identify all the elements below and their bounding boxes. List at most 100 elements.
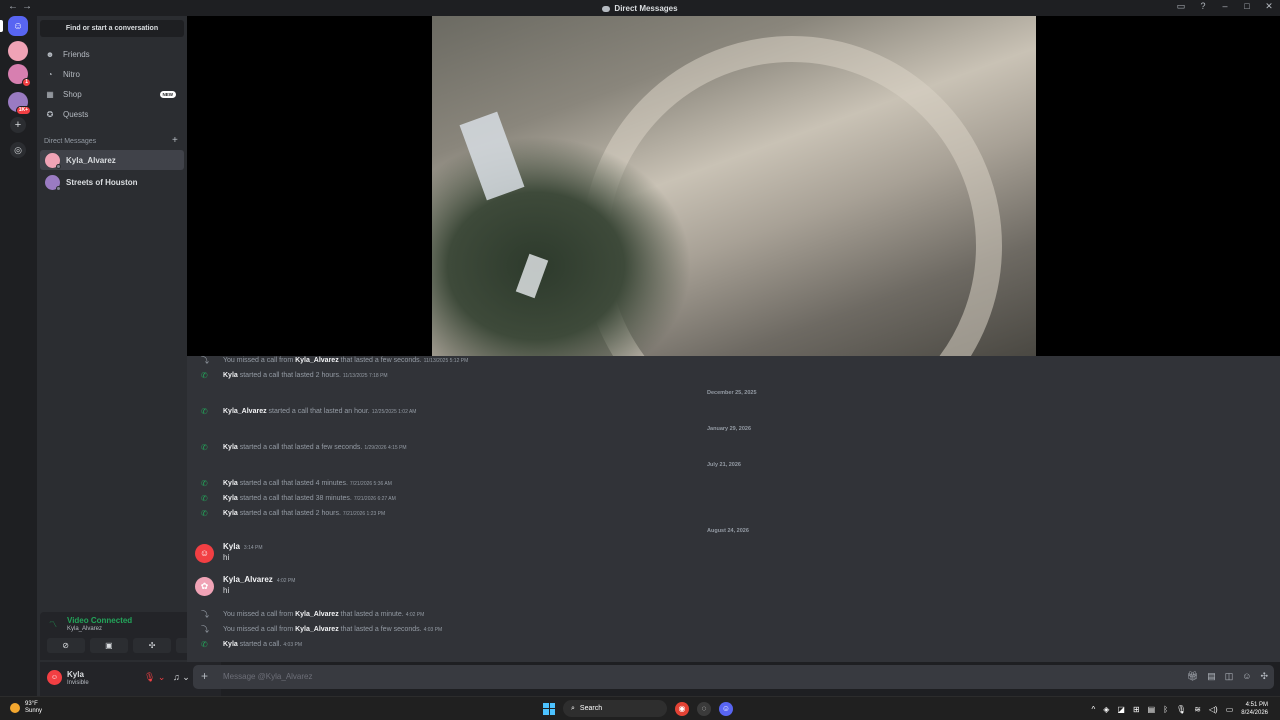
plus-icon: + — [14, 119, 22, 131]
user-name[interactable]: Kyla_Alvarez — [295, 611, 339, 618]
user-name[interactable]: Kyla — [223, 641, 238, 648]
row-text: You missed a call from — [223, 625, 296, 633]
headphones-icon[interactable]: ♫ ⌄ — [173, 672, 190, 683]
app-icon[interactable]: ◌ — [697, 701, 711, 716]
app-tray-icon[interactable]: ⊞ — [1133, 705, 1140, 714]
row-text: started a call that lasted 2 hours. — [237, 509, 341, 517]
maximize-icon[interactable]: □ — [1242, 1, 1252, 12]
message-input[interactable]: Message @Kyla_Alvarez — [223, 672, 313, 681]
weather-condition: Sunny — [25, 708, 43, 714]
mic-icon[interactable]: 🎙︎ — [1176, 705, 1186, 714]
user-name[interactable]: Kyla_Alvarez — [295, 357, 339, 364]
app-tray-icon[interactable]: ◪ — [1117, 705, 1125, 714]
author-name[interactable]: Kyla — [223, 542, 240, 551]
timestamp: 7/21/2026 5:36 AM — [349, 480, 392, 487]
dm-item-streets-of-houston[interactable]: Streets of Houston — [40, 172, 184, 192]
emoji-icon[interactable]: ☺ — [1242, 671, 1251, 682]
video-feed[interactable] — [432, 16, 1036, 356]
discord-taskbar-icon[interactable]: ☺ — [719, 701, 733, 716]
find-conversation-button[interactable]: Find or start a conversation — [40, 20, 184, 37]
user-name[interactable]: Kyla_Alvarez — [295, 626, 339, 633]
user-name[interactable]: Kyla — [223, 444, 238, 451]
bluetooth-icon[interactable]: ᛒ — [1163, 705, 1168, 714]
volume-icon[interactable]: ◁) — [1209, 705, 1218, 714]
avatar — [45, 174, 61, 191]
user-name[interactable]: Kyla — [67, 670, 84, 679]
row-text: You missed a call from — [223, 610, 296, 618]
phone-icon: ✆ — [201, 639, 208, 649]
date-divider: July 21, 2026 — [201, 462, 1267, 468]
new-badge: NEW — [159, 90, 176, 98]
friends-icon: ☻ — [45, 49, 55, 59]
battery-icon[interactable]: ▭ — [1226, 705, 1234, 714]
user-name[interactable]: Kyla — [223, 510, 238, 517]
sun-icon — [10, 703, 20, 713]
discover-button[interactable]: ◎ — [10, 142, 26, 158]
user-name[interactable]: Kyla — [223, 480, 238, 487]
user-name[interactable]: Kyla — [223, 372, 238, 379]
nav-shop[interactable]: ▦ Shop NEW — [40, 85, 184, 103]
discord-icon: ☺ — [12, 20, 24, 32]
row-text: started a call. — [237, 640, 282, 648]
add-server-button[interactable]: + — [10, 117, 26, 133]
nav-quests[interactable]: ✪ Quests — [40, 105, 184, 123]
user-name[interactable]: Kyla — [223, 495, 238, 502]
app-tray-icon[interactable]: ◈ — [1103, 705, 1109, 714]
message-body: hi — [223, 553, 230, 562]
video-stage[interactable] — [187, 16, 1280, 356]
phone-icon: ✆ — [201, 493, 208, 503]
chrome-icon[interactable]: ◉ — [675, 701, 689, 716]
search-label: Search — [579, 705, 603, 712]
close-icon[interactable]: ✕ — [1264, 1, 1274, 12]
activities-button[interactable]: ✣ — [133, 638, 172, 653]
sticker-icon[interactable]: ◫ — [1225, 671, 1234, 682]
date-divider: January 29, 2026 — [201, 426, 1267, 432]
create-dm-icon[interactable]: + — [172, 135, 178, 146]
attach-plus-icon[interactable]: + — [201, 669, 208, 683]
avatar[interactable]: ☺ — [195, 544, 214, 563]
weather-widget[interactable]: 93°F Sunny — [10, 701, 42, 715]
user-name[interactable]: Kyla_Alvarez — [223, 408, 267, 415]
quests-icon: ✪ — [46, 109, 54, 119]
nav-friends[interactable]: ☻ Friends — [40, 45, 184, 63]
server-icon[interactable]: 1K+ — [8, 92, 31, 115]
minimize-icon[interactable]: – — [1220, 1, 1230, 12]
taskbar-search[interactable]: ⌕ Search — [563, 700, 667, 717]
apps-icon[interactable]: ✣ — [1260, 671, 1268, 682]
gif-icon[interactable]: ▤ — [1207, 671, 1216, 682]
server-icon[interactable] — [8, 41, 28, 61]
discord-icon — [602, 5, 611, 12]
status-dot — [56, 163, 61, 169]
app-tray-icon[interactable]: ▤ — [1148, 705, 1156, 714]
status-dot — [56, 185, 61, 191]
screen-share-button[interactable]: ▣ — [89, 638, 128, 653]
camera-off-button[interactable]: ⊘ — [46, 638, 85, 653]
mention-badge: 1K+ — [15, 106, 31, 115]
dm-item-kyla-alvarez[interactable]: Kyla_Alvarez — [40, 150, 184, 170]
user-status: Invisible — [67, 680, 89, 686]
direct-messages-button[interactable]: ☺ — [8, 16, 28, 36]
start-button[interactable] — [543, 702, 555, 715]
timestamp: 3:14 PM — [243, 545, 263, 551]
mic-muted-icon[interactable]: 🎙︎ ⌄ — [144, 672, 165, 683]
help-icon[interactable]: ? — [1198, 1, 1208, 12]
signal-icon[interactable]: 〽 — [49, 619, 57, 630]
gift-icon[interactable]: 🎁︎ — [1187, 671, 1198, 682]
wifi-icon[interactable]: ≋ — [1194, 705, 1201, 714]
server-icon[interactable]: 1 — [8, 64, 31, 87]
voice-status[interactable]: Video Connected — [67, 616, 132, 625]
timestamp: 1/29/2026 4:15 PM — [364, 444, 407, 451]
row-text: started a call that lasted 2 hours. — [237, 371, 341, 379]
avatar[interactable]: ☺ — [47, 670, 62, 685]
nav-nitro[interactable]: ◔ Nitro — [40, 65, 184, 83]
timestamp: 4:02 PM — [405, 611, 425, 618]
inbox-icon[interactable]: ▭ — [1176, 1, 1186, 12]
row-text: You missed a call from — [223, 356, 296, 364]
chevron-up-icon[interactable]: ^ — [1091, 705, 1095, 714]
author-name[interactable]: Kyla_Alvarez — [223, 575, 273, 584]
message-composer[interactable]: + Message @Kyla_Alvarez 🎁︎ ▤ ◫ ☺ ✣ — [193, 665, 1274, 689]
system-clock[interactable]: 4:51 PM 8/24/2026 — [1241, 701, 1268, 717]
nav-label: Friends — [63, 49, 90, 59]
dm-label: Kyla_Alvarez — [66, 155, 116, 165]
avatar[interactable]: ✿ — [195, 577, 214, 596]
